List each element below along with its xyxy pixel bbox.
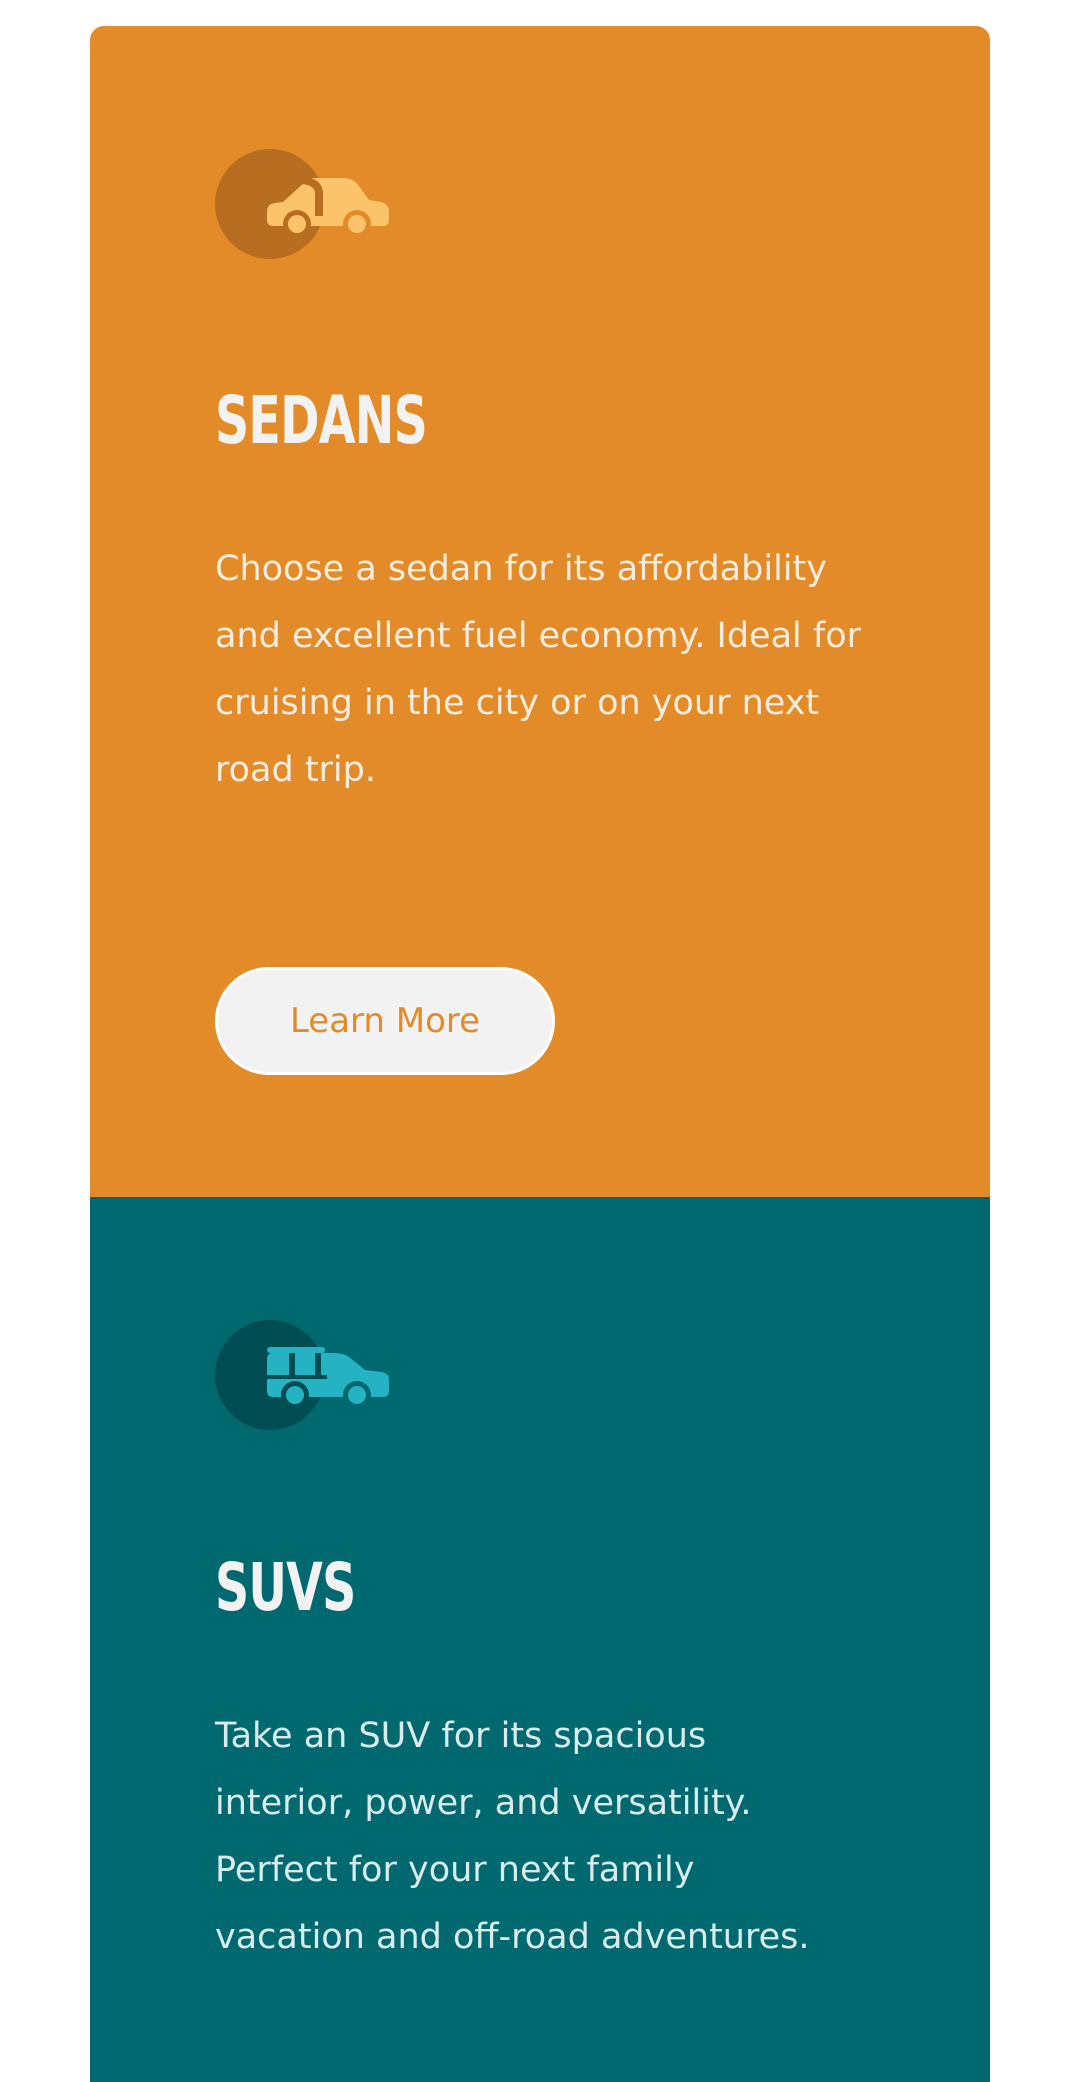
suv-car-icon — [267, 1347, 389, 1409]
sedan-icon-badge — [215, 149, 395, 261]
car-category-cards: SEDANS Choose a sedan for its affordabil… — [90, 26, 990, 2082]
sedan-car-icon — [267, 177, 389, 238]
suv-icon-badge — [215, 1320, 395, 1432]
sedan-title: SEDANS — [215, 382, 428, 459]
suv-card: SUVS Take an SUV for its spacious interi… — [90, 1197, 990, 2082]
sedan-card: SEDANS Choose a sedan for its affordabil… — [90, 26, 990, 1197]
suv-description: Take an SUV for its spacious interior, p… — [215, 1716, 810, 1957]
sedan-description: Choose a sedan for its affordability and… — [215, 549, 862, 790]
sedan-learn-more-label: Learn More — [289, 1001, 481, 1041]
sedan-learn-more-button[interactable]: Learn More — [215, 967, 555, 1075]
suv-title: SUVS — [215, 1549, 356, 1626]
